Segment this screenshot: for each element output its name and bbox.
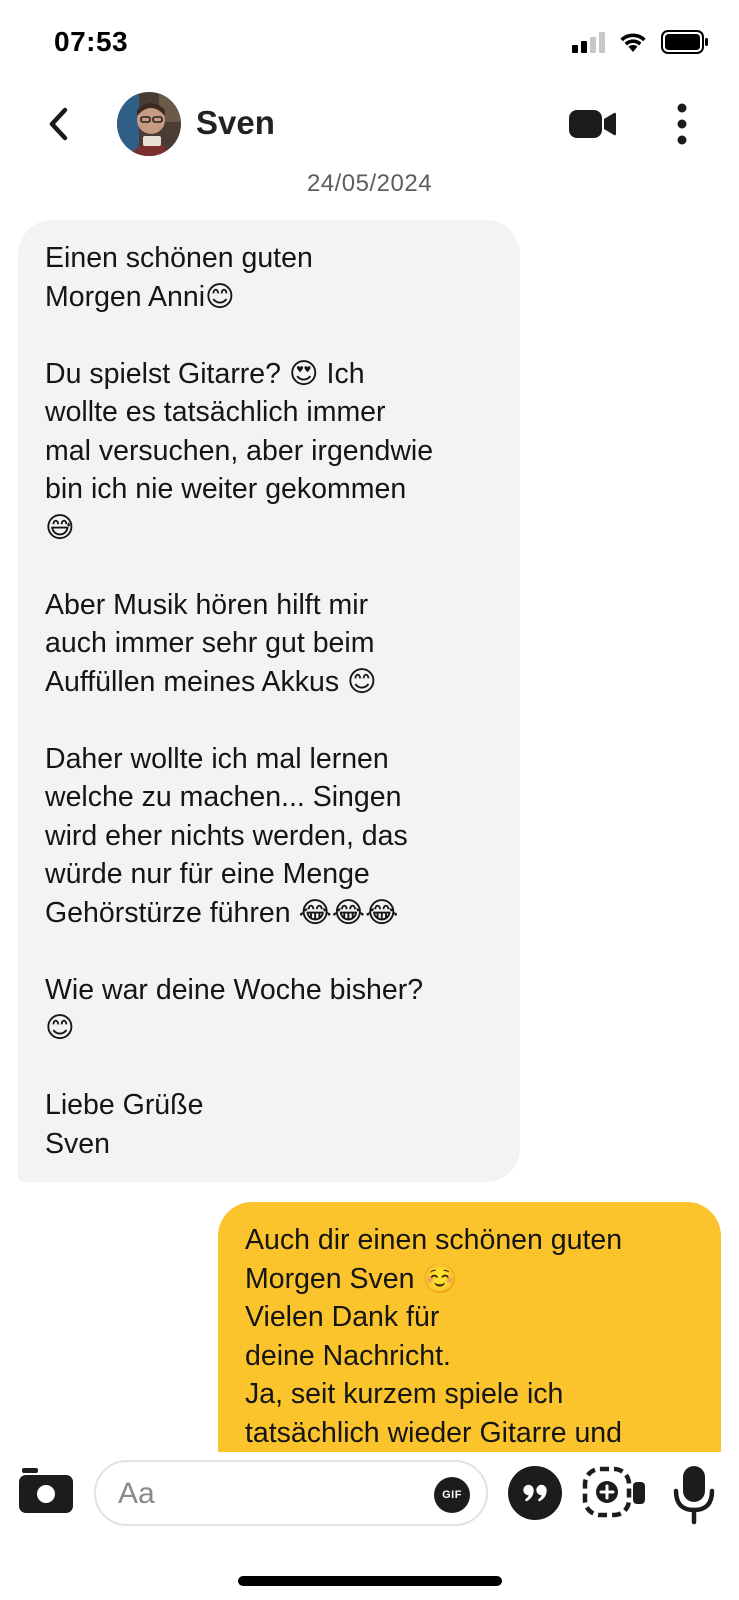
gif-button[interactable]: GIF — [434, 1477, 470, 1513]
outgoing-message-bubble[interactable]: Auch dir einen schönen guten Morgen Sven… — [218, 1202, 721, 1462]
message-paragraph: Aber Musik hören hilft mir auch immer se… — [45, 588, 377, 698]
message-paragraph: Daher wollte ich mal lernen welche zu ma… — [45, 742, 408, 929]
cellular-signal-icon — [572, 31, 605, 53]
more-options-button[interactable] — [664, 102, 700, 146]
voice-message-button[interactable] — [672, 1464, 716, 1526]
video-camera-icon — [569, 110, 616, 138]
microphone-icon — [673, 1466, 715, 1525]
message-paragraph: Auch dir einen schönen guten Morgen Sven… — [245, 1224, 623, 1449]
video-note-icon — [582, 1466, 645, 1518]
status-bar: 07:53 — [0, 0, 739, 88]
contact-name[interactable]: Sven — [196, 104, 275, 142]
video-call-button[interactable] — [568, 106, 618, 142]
camera-button[interactable] — [18, 1466, 74, 1516]
quote-icon — [523, 1484, 547, 1502]
home-indicator[interactable] — [238, 1576, 502, 1586]
video-note-button[interactable] — [582, 1466, 648, 1520]
quote-button[interactable] — [508, 1466, 562, 1520]
message-input-field[interactable]: GIF — [94, 1460, 488, 1526]
more-vertical-icon — [677, 103, 687, 145]
avatar-photo — [117, 92, 181, 156]
wifi-icon — [620, 33, 646, 52]
camera-icon — [19, 1468, 73, 1513]
avatar[interactable] — [117, 92, 181, 156]
message-input[interactable] — [118, 1474, 418, 1514]
battery-icon — [661, 30, 708, 54]
status-time: 07:53 — [54, 26, 129, 57]
chevron-left-icon — [49, 107, 68, 141]
message-paragraph: Du spielst Gitarre? 😍 Ich wollte es tats… — [45, 357, 434, 544]
status-icons — [572, 30, 709, 54]
back-button[interactable] — [36, 102, 80, 146]
incoming-message-bubble[interactable]: Einen schönen guten Morgen Anni😊 Du spie… — [18, 220, 520, 1182]
date-separator: 24/05/2024 — [306, 170, 433, 197]
chat-header: Sven — [0, 88, 739, 168]
message-paragraph: Einen schönen guten Morgen Anni😊 — [45, 242, 313, 313]
message-paragraph: Liebe Grüße Sven — [45, 1089, 204, 1160]
message-paragraph: Wie war deine Woche bisher? 😊 — [45, 973, 424, 1045]
